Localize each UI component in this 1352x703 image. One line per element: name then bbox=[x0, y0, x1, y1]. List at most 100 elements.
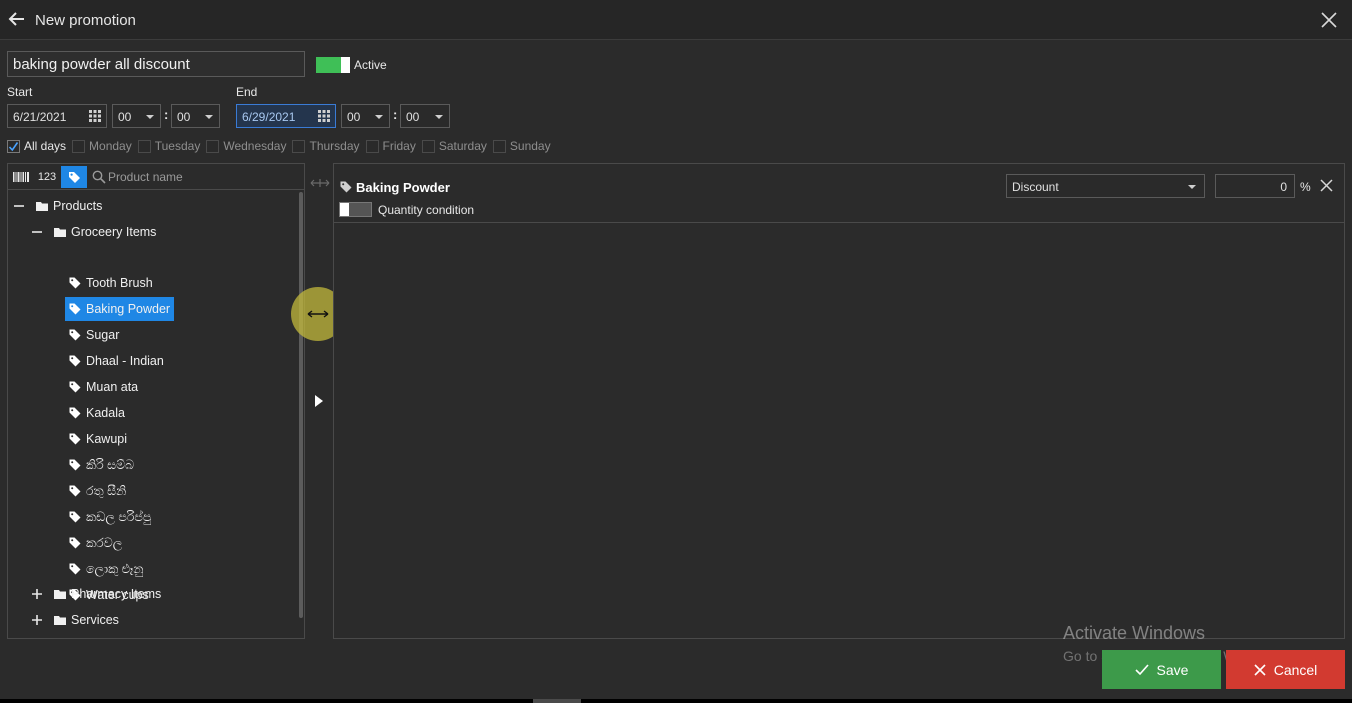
promotion-type-select[interactable]: Discount bbox=[1006, 174, 1205, 198]
day-sunday[interactable]: Sunday bbox=[492, 139, 551, 153]
tree-item-product[interactable]: Baking Powder bbox=[65, 297, 175, 321]
back-arrow-icon[interactable] bbox=[8, 10, 26, 28]
tag-icon bbox=[69, 433, 81, 445]
tree-item-label: කරවල bbox=[86, 535, 123, 550]
barcode-button[interactable] bbox=[10, 166, 32, 188]
scroll-thumb[interactable] bbox=[533, 699, 581, 703]
day-thursday[interactable]: Thursday bbox=[292, 139, 360, 153]
collapse-icon[interactable] bbox=[32, 227, 42, 237]
active-toggle[interactable] bbox=[316, 57, 350, 73]
tree-item-label: Muan ata bbox=[86, 380, 139, 394]
tree-item-product[interactable]: Kadala bbox=[65, 401, 129, 425]
tree-item-product[interactable]: Kawupi bbox=[65, 427, 131, 451]
tree-item-label: Kawupi bbox=[86, 432, 127, 446]
checkbox[interactable] bbox=[137, 139, 151, 153]
tree-scrollbar[interactable] bbox=[299, 192, 303, 618]
cancel-button[interactable]: Cancel bbox=[1226, 650, 1345, 689]
tag-filter-button[interactable] bbox=[61, 166, 87, 188]
start-date-value: 6/21/2021 bbox=[13, 110, 67, 124]
end-hour-value: 00 bbox=[347, 110, 361, 124]
tree-item-product[interactable]: Muan ata bbox=[65, 375, 142, 399]
day-wednesday[interactable]: Wednesday bbox=[206, 139, 286, 153]
tree-node-label: Groceery Items bbox=[71, 225, 157, 239]
tag-icon bbox=[69, 329, 81, 341]
checkmark-icon bbox=[8, 141, 19, 151]
product-search-input[interactable] bbox=[108, 168, 298, 186]
promotion-type-value: Discount bbox=[1012, 180, 1059, 194]
tree-item-product[interactable]: කරවල bbox=[65, 531, 126, 555]
start-hour-select[interactable]: 00 bbox=[112, 104, 161, 128]
product-code-button[interactable]: 123 bbox=[34, 166, 60, 188]
day-label: Wednesday bbox=[223, 139, 287, 153]
cancel-label: Cancel bbox=[1273, 661, 1318, 678]
tree-node-label: Services bbox=[71, 613, 119, 627]
toggle-knob bbox=[340, 203, 349, 216]
quantity-condition-toggle[interactable] bbox=[339, 202, 372, 217]
rule-product-name: Baking Powder bbox=[356, 180, 450, 195]
start-hour-value: 00 bbox=[118, 110, 132, 124]
tag-icon bbox=[69, 459, 81, 471]
resize-arrows-icon[interactable] bbox=[310, 178, 330, 188]
tree-node-label: Pharmacy Items bbox=[71, 587, 162, 601]
checkbox[interactable] bbox=[7, 139, 20, 153]
end-hour-select[interactable]: 00 bbox=[341, 104, 390, 128]
chevron-down-icon bbox=[435, 115, 443, 119]
day-label: Thursday bbox=[309, 139, 360, 153]
chevron-down-icon bbox=[375, 115, 383, 119]
day-monday[interactable]: Monday bbox=[72, 139, 132, 153]
tree-item-label: කඩල පරිප්පු bbox=[86, 509, 152, 524]
checkbox[interactable] bbox=[421, 139, 435, 153]
remove-rule-icon[interactable] bbox=[1320, 179, 1333, 192]
active-label: Active bbox=[354, 58, 387, 72]
calendar-icon[interactable] bbox=[89, 110, 101, 122]
page-title: New promotion bbox=[35, 12, 136, 29]
tree-item-product[interactable]: කඩල පරිප්පු bbox=[65, 505, 155, 529]
unit-label: % bbox=[1300, 180, 1311, 194]
tag-icon bbox=[69, 381, 81, 393]
tag-icon bbox=[69, 355, 81, 367]
day-tuesday[interactable]: Tuesday bbox=[137, 139, 200, 153]
start-minute-select[interactable]: 00 bbox=[171, 104, 220, 128]
tree-node-pharmacy[interactable]: Pharmacy Items bbox=[28, 582, 165, 606]
tree-node-products[interactable]: Products bbox=[10, 194, 106, 218]
checkbox[interactable] bbox=[365, 139, 379, 153]
time-separator: : bbox=[164, 107, 169, 122]
checkbox[interactable] bbox=[206, 139, 220, 153]
expand-icon[interactable] bbox=[32, 615, 42, 625]
day-label: Sunday bbox=[509, 139, 551, 153]
tree-item-product[interactable]: Sugar bbox=[65, 323, 123, 347]
discount-value-input[interactable]: 0 bbox=[1215, 174, 1295, 198]
tree-item-label: Tooth Brush bbox=[86, 276, 153, 290]
end-date-picker[interactable]: 6/29/2021 bbox=[236, 104, 336, 128]
day-friday[interactable]: Friday bbox=[365, 139, 416, 153]
start-date-picker[interactable]: 6/21/2021 bbox=[7, 104, 107, 128]
tag-icon bbox=[69, 277, 81, 289]
day-label: Monday bbox=[89, 139, 132, 153]
promotion-name-input[interactable] bbox=[7, 51, 305, 77]
tree-item-product[interactable]: කිරි සම්බ bbox=[65, 453, 138, 477]
day-saturday[interactable]: Saturday bbox=[421, 139, 487, 153]
checkbox[interactable] bbox=[292, 139, 306, 153]
tree-item-label: කිරි සම්බ bbox=[86, 457, 135, 472]
end-label: End bbox=[236, 85, 258, 99]
toggle-knob bbox=[341, 57, 350, 73]
tree-item-product[interactable]: Tooth Brush bbox=[65, 271, 157, 295]
day-all-days[interactable]: All days bbox=[7, 139, 66, 153]
start-minute-value: 00 bbox=[177, 110, 191, 124]
end-minute-select[interactable]: 00 bbox=[400, 104, 450, 128]
save-button[interactable]: Save bbox=[1102, 650, 1221, 689]
tree-node-groceries[interactable]: Groceery Items bbox=[28, 220, 160, 244]
collapse-icon[interactable] bbox=[14, 201, 24, 211]
checkbox[interactable] bbox=[492, 139, 506, 153]
calendar-icon[interactable] bbox=[318, 110, 330, 122]
day-label: All days bbox=[24, 139, 67, 153]
expand-panel-icon[interactable] bbox=[314, 394, 324, 408]
tree-item-product[interactable]: ලොකු ළූනු bbox=[65, 557, 148, 581]
checkbox[interactable] bbox=[72, 139, 86, 153]
folder-icon bbox=[54, 228, 66, 237]
tree-item-product[interactable]: Dhaal - Indian bbox=[65, 349, 168, 373]
expand-icon[interactable] bbox=[32, 589, 42, 599]
tree-item-product[interactable]: රතු සීනි bbox=[65, 479, 130, 503]
tree-node-services[interactable]: Services bbox=[28, 608, 123, 632]
close-icon[interactable] bbox=[1320, 11, 1338, 29]
